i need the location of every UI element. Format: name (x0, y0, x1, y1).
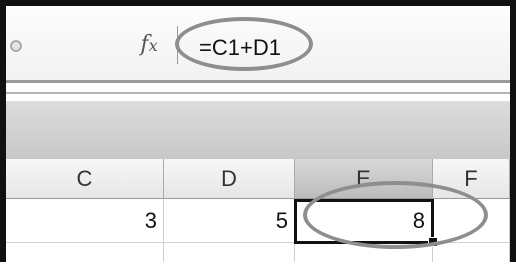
spreadsheet-window: fx =C1+D1 C D E F 3 5 8 (0, 0, 516, 267)
column-header-d[interactable]: D (164, 159, 295, 199)
cell-c1[interactable]: 3 (6, 199, 164, 243)
formula-bar: fx =C1+D1 (6, 6, 510, 83)
insert-function-icon[interactable]: fx (134, 30, 164, 60)
cell-d1[interactable]: 5 (164, 199, 295, 243)
toolbar-band (6, 101, 510, 160)
ribbon-divider-lower (6, 92, 510, 94)
fill-handle[interactable] (428, 237, 438, 247)
formula-bar-divider (177, 26, 178, 64)
cell-f1[interactable] (433, 199, 510, 243)
column-header-f[interactable]: F (433, 159, 510, 199)
column-header-e[interactable]: E (295, 159, 433, 199)
ribbon-divider (6, 80, 510, 83)
column-header-c[interactable]: C (6, 159, 164, 199)
formula-input[interactable]: =C1+D1 (199, 28, 281, 68)
name-box-dropdown-icon[interactable] (10, 40, 22, 54)
frame-bottom-edge (0, 262, 516, 267)
active-cell-e1[interactable]: 8 (294, 199, 434, 244)
